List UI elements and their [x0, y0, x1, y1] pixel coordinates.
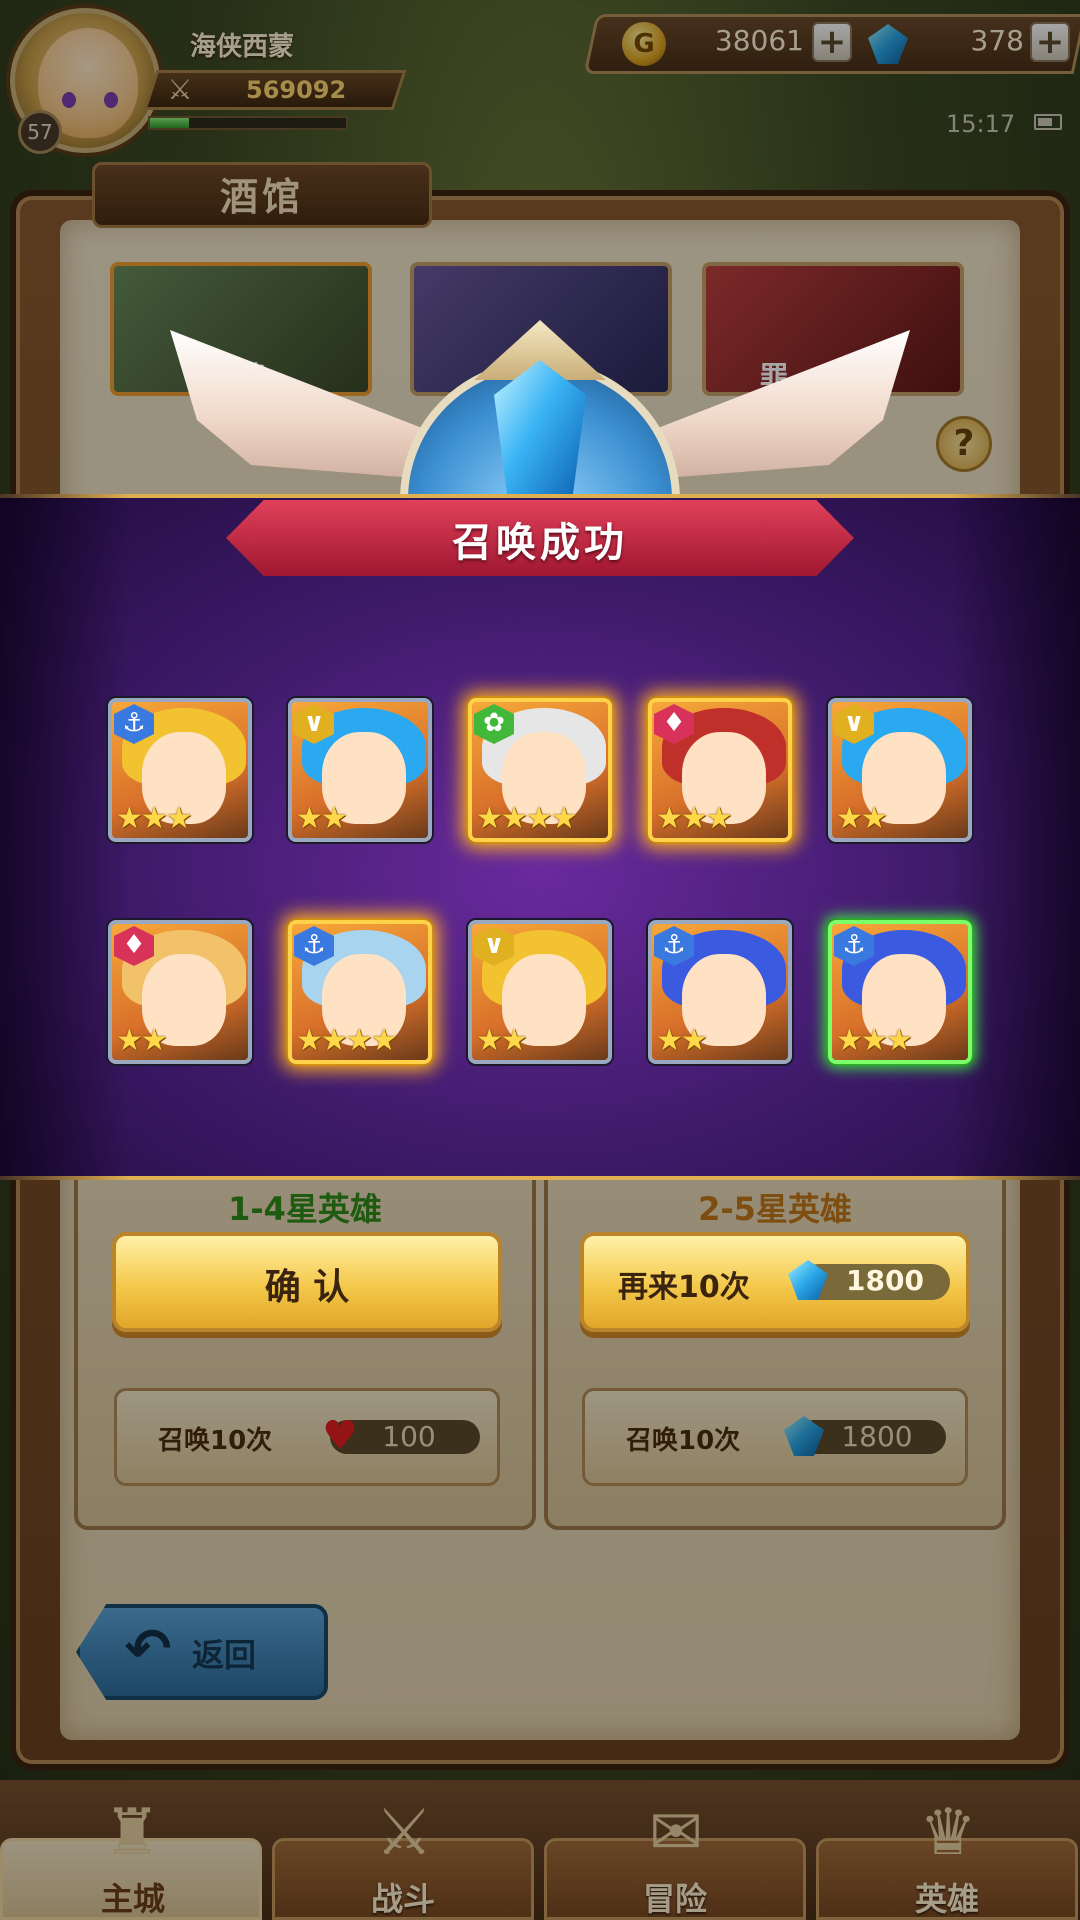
hero-star-rating: ★★: [836, 801, 888, 836]
hero-card[interactable]: ∨ ★★: [288, 698, 432, 842]
hero-star-rating: ★★: [296, 801, 348, 836]
hero-star-rating: ★★★: [116, 801, 193, 836]
hero-star-rating: ★★: [116, 1023, 168, 1058]
hero-card[interactable]: ♦ ★★: [108, 920, 252, 1064]
hero-star-rating: ★★: [656, 1023, 708, 1058]
hero-star-rating: ★★: [476, 1023, 528, 1058]
summon-success-title: 召唤成功: [452, 520, 628, 566]
hero-card[interactable]: ⚓ ★★★★: [288, 920, 432, 1064]
hero-card[interactable]: ♦ ★★★: [648, 698, 792, 842]
hero-card[interactable]: ⚓ ★★★: [108, 698, 252, 842]
summon-again-cost: 1800: [846, 1264, 924, 1297]
hero-card[interactable]: ⚓ ★★★: [828, 920, 972, 1064]
hero-card[interactable]: ✿ ★★★★: [468, 698, 612, 842]
hero-card[interactable]: ∨ ★★: [468, 920, 612, 1064]
hero-card[interactable]: ⚓ ★★: [648, 920, 792, 1064]
hero-card[interactable]: ∨ ★★: [828, 698, 972, 842]
hero-star-rating: ★★★★: [296, 1023, 398, 1058]
hero-star-rating: ★★★★: [476, 801, 578, 836]
hero-star-rating: ★★★: [656, 801, 733, 836]
confirm-button-label: 确 认: [264, 1267, 350, 1308]
summon-again-label: 再来10次: [618, 1270, 750, 1305]
hero-star-rating: ★★★: [836, 1023, 913, 1058]
